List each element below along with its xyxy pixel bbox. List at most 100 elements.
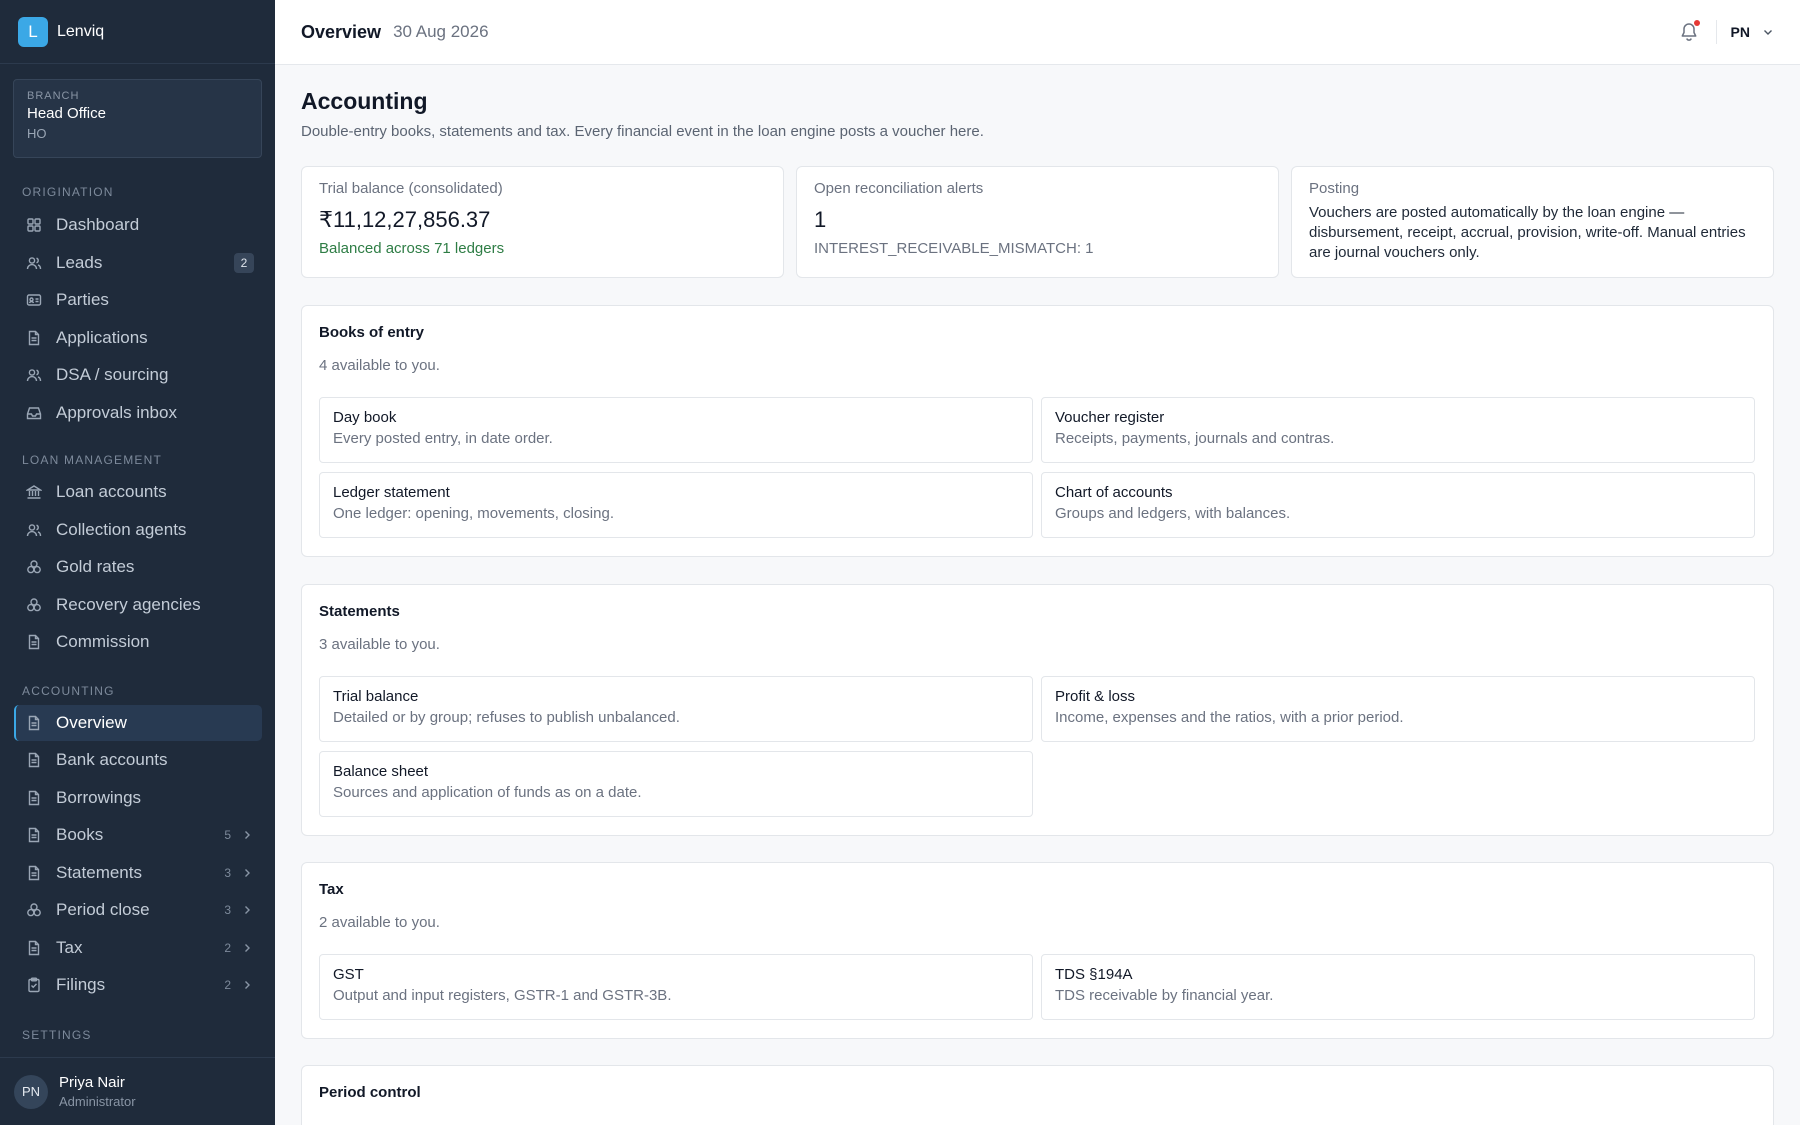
sidebar-item-label: Parties	[56, 290, 109, 309]
sidebar-item-label: Filings	[56, 975, 106, 994]
sidebar: L Lenviq BRANCH Head Office HO ORIGINATI…	[0, 0, 275, 1125]
sidebar-item-parties[interactable]: Parties	[14, 282, 262, 318]
sidebar-item-bank-accounts[interactable]: Bank accounts	[14, 742, 262, 778]
clipboard-icon	[26, 977, 42, 993]
brand-logo: L	[18, 16, 48, 47]
sidebar-item-statements[interactable]: Statements 3	[14, 855, 262, 891]
card-title: TDS §194A	[1055, 966, 1133, 983]
sidebar-item-label: Loan accounts	[56, 482, 167, 501]
sidebar-item-gold-rates[interactable]: Gold rates	[14, 549, 262, 585]
period-close-count: 3	[224, 903, 231, 917]
card-title: GST	[333, 966, 364, 983]
sidebar-item-recovery-agencies[interactable]: Recovery agencies	[14, 587, 262, 623]
document-icon	[26, 752, 42, 768]
user-menu[interactable]: PN Priya Nair Administrator	[0, 1057, 275, 1125]
sidebar-item-commission[interactable]: Commission	[14, 624, 262, 660]
document-icon	[26, 865, 42, 881]
sidebar-item-label: Gold rates	[56, 557, 135, 576]
id-card-icon	[26, 292, 42, 308]
sidebar-item-label: Commission	[56, 632, 150, 651]
panel-title: Period control	[319, 1084, 421, 1101]
sidebar-item-label: Books	[56, 825, 104, 844]
card-balance-sheet[interactable]: Balance sheet Sources and application of…	[319, 751, 1033, 817]
bank-icon	[26, 484, 42, 500]
sidebar-item-label: Statements	[56, 863, 142, 882]
card-desc: Receipts, payments, journals and contras…	[1055, 430, 1335, 447]
stat-value: ₹11,12,27,856.37	[319, 207, 491, 232]
panel-subtitle: 2 available to you.	[319, 914, 440, 931]
statements-panel: Statements 3 available to you. Trial bal…	[301, 584, 1774, 836]
avatar: PN	[14, 1074, 48, 1109]
current-date: 30 Aug 2026	[393, 22, 489, 41]
sidebar-item-tax[interactable]: Tax 2	[14, 930, 262, 966]
books-panel: Books of entry 4 available to you. Day b…	[301, 305, 1774, 557]
reconciliation-alerts-stat[interactable]: Open reconciliation alerts 1 INTEREST_RE…	[796, 166, 1279, 278]
card-chart-of-accounts[interactable]: Chart of accounts Groups and ledgers, wi…	[1041, 472, 1755, 538]
coins-icon	[26, 559, 42, 575]
card-desc: Sources and application of funds as on a…	[333, 784, 642, 801]
page-subtitle: Double-entry books, statements and tax. …	[301, 123, 984, 140]
account-initials: PN	[1730, 24, 1750, 40]
chevron-right-icon	[241, 979, 253, 991]
card-desc: TDS receivable by financial year.	[1055, 987, 1274, 1004]
panel-title: Tax	[319, 881, 344, 898]
card-desc: One ledger: opening, movements, closing.	[333, 505, 614, 522]
inbox-icon	[26, 405, 42, 421]
sidebar-item-dashboard[interactable]: Dashboard	[14, 207, 262, 243]
card-title: Day book	[333, 409, 397, 426]
leads-count-badge: 2	[234, 253, 254, 273]
sidebar-item-borrowings[interactable]: Borrowings	[14, 780, 262, 816]
account-menu[interactable]: PN	[1731, 24, 1774, 40]
sidebar-item-label: Period close	[56, 900, 150, 919]
document-icon	[26, 715, 42, 731]
brand[interactable]: L Lenviq	[0, 0, 275, 64]
grid-icon	[26, 217, 42, 233]
sidebar-item-books[interactable]: Books 5	[14, 817, 262, 853]
sidebar-item-overview[interactable]: Overview	[14, 705, 262, 741]
card-title: Ledger statement	[333, 484, 450, 501]
stat-label: Trial balance (consolidated)	[319, 180, 503, 197]
sidebar-item-label: Recovery agencies	[56, 595, 201, 614]
sidebar-item-approvals-inbox[interactable]: Approvals inbox	[14, 395, 262, 431]
card-tds-194a[interactable]: TDS §194A TDS receivable by financial ye…	[1041, 954, 1755, 1020]
filings-count: 2	[224, 978, 231, 992]
card-gst[interactable]: GST Output and input registers, GSTR-1 a…	[319, 954, 1033, 1020]
users-icon	[26, 522, 42, 538]
statements-count: 3	[224, 866, 231, 880]
branch-selector[interactable]: BRANCH Head Office HO	[13, 79, 262, 158]
card-profit-loss[interactable]: Profit & loss Income, expenses and the r…	[1041, 676, 1755, 742]
panel-title: Books of entry	[319, 324, 425, 341]
posting-info: Posting Vouchers are posted automaticall…	[1291, 166, 1774, 278]
notification-dot	[1693, 20, 1700, 26]
coins-icon	[26, 902, 42, 918]
sidebar-item-label: DSA / sourcing	[56, 365, 169, 384]
sidebar-item-applications[interactable]: Applications	[14, 320, 262, 356]
card-title: Balance sheet	[333, 763, 429, 780]
notifications-button[interactable]	[1676, 19, 1702, 45]
alert-breakdown: INTEREST_RECEIVABLE_MISMATCH: 1	[814, 240, 1094, 257]
stat-row: Trial balance (consolidated) ₹11,12,27,8…	[301, 166, 1774, 278]
posting-text: Vouchers are posted automatically by the…	[1309, 204, 1746, 261]
sidebar-item-period-close[interactable]: Period close 3	[14, 892, 262, 928]
branch-code: HO	[27, 126, 47, 141]
sidebar-item-label: Leads	[56, 253, 103, 272]
document-icon	[26, 330, 42, 346]
section-loan-management: LOAN MANAGEMENT	[22, 453, 163, 467]
top-bar: Overview 30 Aug 2026 PN	[275, 0, 1800, 65]
users-icon	[26, 367, 42, 383]
sidebar-item-collection-agents[interactable]: Collection agents	[14, 512, 262, 548]
card-desc: Detailed or by group; refuses to publish…	[333, 709, 680, 726]
card-trial-balance[interactable]: Trial balance Detailed or by group; refu…	[319, 676, 1033, 742]
card-day-book[interactable]: Day book Every posted entry, in date ord…	[319, 397, 1033, 463]
sidebar-item-dsa-sourcing[interactable]: DSA / sourcing	[14, 357, 262, 393]
card-voucher-register[interactable]: Voucher register Receipts, payments, jou…	[1041, 397, 1755, 463]
document-icon	[26, 940, 42, 956]
sidebar-item-loan-accounts[interactable]: Loan accounts	[14, 474, 262, 510]
document-icon	[26, 790, 42, 806]
document-icon	[26, 827, 42, 843]
section-accounting: ACCOUNTING	[22, 684, 115, 698]
divider	[1715, 20, 1717, 44]
sidebar-item-filings[interactable]: Filings 2	[14, 967, 262, 1003]
sidebar-item-leads[interactable]: Leads 2	[14, 245, 262, 281]
card-ledger-statement[interactable]: Ledger statement One ledger: opening, mo…	[319, 472, 1033, 538]
